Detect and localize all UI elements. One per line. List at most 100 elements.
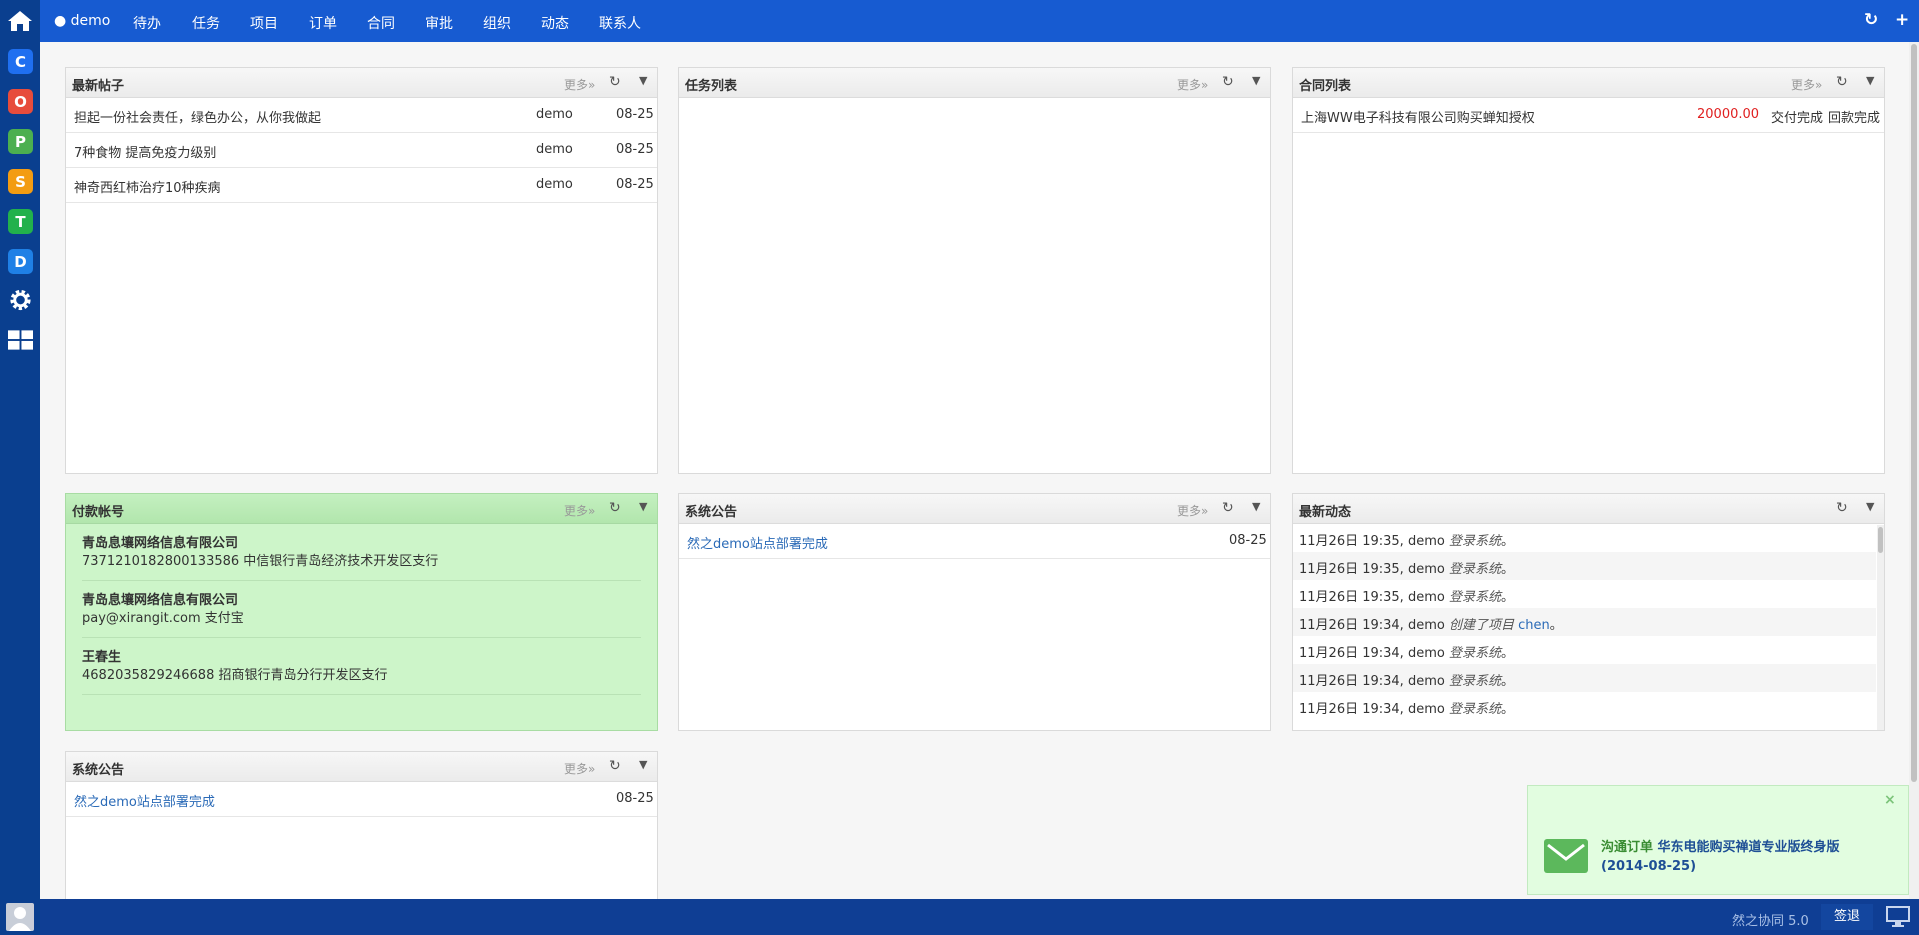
nav-organization[interactable]: 组织 [483, 13, 511, 33]
post-date: 08-25 [616, 142, 654, 157]
more-link[interactable]: 更多» [1791, 76, 1822, 93]
project-link[interactable]: chen [1518, 618, 1550, 633]
chevron-down-icon[interactable]: ▼ [1252, 500, 1260, 513]
account-item: 王春生 4682035829246688 招商银行青岛分行开发区支行 [82, 638, 641, 695]
bottom-bar: 然之协同 5.0 签退 [40, 899, 1919, 935]
contract-app-icon[interactable]: O [8, 89, 33, 114]
feed-action: 登录系统 [1448, 562, 1501, 577]
refresh-icon[interactable]: ↻ [1836, 500, 1848, 516]
payment-status: 回款完成 [1828, 111, 1881, 126]
post-author: demo [536, 177, 573, 192]
chevron-down-icon[interactable]: ▼ [639, 758, 647, 771]
panel-header: 系统公告 更多» ↻ ▼ [679, 494, 1270, 524]
list-item[interactable]: 然之demo站点部署完成 08-25 [66, 782, 657, 817]
scrollbar-thumb[interactable] [1911, 44, 1917, 782]
panel-system-notice-2: 系统公告 更多» ↻ ▼ 然之demo站点部署完成 08-25 [65, 751, 658, 901]
nav-dynamics[interactable]: 动态 [541, 13, 569, 33]
list-item[interactable]: 担起一份社会责任，绿色办公，从你我做起 demo 08-25 [66, 98, 657, 133]
feed-action: 登录系统 [1448, 702, 1501, 717]
chevron-down-icon[interactable]: ▼ [639, 500, 647, 513]
feed-item: 11月26日 19:34, demo 登录系统。 [1293, 664, 1876, 692]
desktop-icon[interactable] [1886, 906, 1910, 932]
list-item[interactable]: 神奇西红柿治疗10种疾病 demo 08-25 [66, 168, 657, 203]
list-item[interactable]: 然之demo站点部署完成 08-25 [679, 524, 1270, 559]
doc-app-icon[interactable]: D [8, 249, 33, 274]
panel-header: 任务列表 更多» ↻ ▼ [679, 68, 1270, 98]
list-item[interactable]: 7种食物 提高免疫力级别 demo 08-25 [66, 133, 657, 168]
more-link[interactable]: 更多» [1177, 76, 1208, 93]
notification-label: 沟通订单 [1601, 840, 1654, 855]
post-author: demo [536, 142, 573, 157]
more-link[interactable]: 更多» [564, 502, 595, 519]
nav-contacts[interactable]: 联系人 [599, 13, 641, 33]
chevron-down-icon[interactable]: ▼ [1866, 500, 1874, 513]
list-item[interactable]: 上海WW电子科技有限公司购买蝉知授权 20000.00 交付完成 回款完成 [1293, 98, 1884, 133]
chevron-down-icon[interactable]: ▼ [1866, 74, 1874, 87]
chevron-down-icon[interactable]: ▼ [639, 74, 647, 87]
user-menu[interactable]: ● demo [54, 13, 110, 29]
settings-gear-icon[interactable] [8, 287, 33, 312]
contract-name[interactable]: 上海WW电子科技有限公司购买蝉知授权 [1301, 107, 1535, 126]
feed-scrollbar[interactable] [1877, 525, 1884, 730]
panel-system-notice: 系统公告 更多» ↻ ▼ 然之demo站点部署完成 08-25 [678, 493, 1271, 731]
account-name: 王春生 [82, 650, 122, 665]
nav-todo[interactable]: 待办 [133, 13, 161, 33]
crm-app-icon[interactable]: C [8, 49, 33, 74]
user-avatar-icon[interactable] [6, 903, 34, 931]
notice-title[interactable]: 然之demo站点部署完成 [74, 791, 215, 810]
dynamics-feed: 11月26日 19:35, demo 登录系统。 11月26日 19:35, d… [1293, 524, 1876, 720]
feed-time: 11月26日 19:34, demo [1299, 674, 1445, 689]
account-name: 青岛息壤网络信息有限公司 [82, 536, 239, 551]
more-link[interactable]: 更多» [1177, 502, 1208, 519]
feed-action: 登录系统 [1448, 534, 1501, 549]
project-app-icon[interactable]: P [8, 129, 33, 154]
supply-app-icon[interactable]: S [8, 169, 33, 194]
panel-task-list: 任务列表 更多» ↻ ▼ [678, 67, 1271, 474]
home-icon[interactable] [0, 0, 40, 42]
notification-message[interactable]: 华东电能购买禅道专业版终身版 [1658, 840, 1840, 855]
more-link[interactable]: 更多» [564, 760, 595, 777]
feed-time: 11月26日 19:35, demo [1299, 562, 1445, 577]
nav-contract[interactable]: 合同 [367, 13, 395, 33]
nav-task[interactable]: 任务 [192, 13, 220, 33]
close-icon[interactable]: × [1884, 792, 1896, 808]
feed-scrollbar-thumb[interactable] [1878, 527, 1883, 553]
post-title[interactable]: 神奇西红柿治疗10种疾病 [74, 177, 221, 196]
refresh-icon[interactable]: ↻ [1836, 74, 1848, 90]
panel-header: 付款帐号 更多» ↻ ▼ [66, 494, 657, 524]
nav-project[interactable]: 项目 [250, 13, 278, 33]
refresh-icon[interactable]: ↻ [1864, 10, 1878, 30]
panel-title: 付款帐号 [72, 505, 125, 520]
chevron-down-icon[interactable]: ▼ [1252, 74, 1260, 87]
notification-date: (2014-08-25) [1601, 859, 1697, 874]
notification-toast[interactable]: × 沟通订单 华东电能购买禅道专业版终身版 (2014-08-25) [1527, 785, 1909, 895]
dashboard-grid-icon[interactable] [8, 327, 33, 352]
refresh-icon[interactable]: ↻ [609, 758, 621, 774]
panel-contract-list: 合同列表 更多» ↻ ▼ 上海WW电子科技有限公司购买蝉知授权 20000.00… [1292, 67, 1885, 474]
feed-time: 11月26日 19:35, demo [1299, 534, 1445, 549]
notification-text[interactable]: 沟通订单 华东电能购买禅道专业版终身版 (2014-08-25) [1601, 838, 1901, 876]
nav-approval[interactable]: 审批 [425, 13, 453, 33]
add-icon[interactable]: + [1895, 10, 1909, 30]
nav-order[interactable]: 订单 [309, 13, 337, 33]
notice-title[interactable]: 然之demo站点部署完成 [687, 533, 828, 552]
panel-title: 合同列表 [1299, 79, 1352, 94]
refresh-icon[interactable]: ↻ [1222, 74, 1234, 90]
feed-item: 11月26日 19:35, demo 登录系统。 [1293, 580, 1876, 608]
refresh-icon[interactable]: ↻ [609, 74, 621, 90]
page-scrollbar[interactable] [1909, 42, 1919, 899]
panel-latest-posts: 最新帖子 更多» ↻ ▼ 担起一份社会责任，绿色办公，从你我做起 demo 08… [65, 67, 658, 474]
version-label: 然之协同 5.0 [1732, 914, 1809, 929]
refresh-icon[interactable]: ↻ [609, 500, 621, 516]
account-item: 青岛息壤网络信息有限公司 7371210182800133586 中信银行青岛经… [82, 524, 641, 581]
post-title[interactable]: 7种食物 提高免疫力级别 [74, 142, 216, 161]
task-app-icon[interactable]: T [8, 209, 33, 234]
panel-title: 系统公告 [72, 763, 125, 778]
more-link[interactable]: 更多» [564, 76, 595, 93]
account-item: 青岛息壤网络信息有限公司 pay@xirangit.com 支付宝 [82, 581, 641, 638]
sign-out-button[interactable]: 签退 [1821, 904, 1873, 930]
feed-action: 登录系统 [1448, 590, 1501, 605]
post-title[interactable]: 担起一份社会责任，绿色办公，从你我做起 [74, 107, 321, 126]
refresh-icon[interactable]: ↻ [1222, 500, 1234, 516]
feed-item: 11月26日 19:34, demo 登录系统。 [1293, 692, 1876, 720]
